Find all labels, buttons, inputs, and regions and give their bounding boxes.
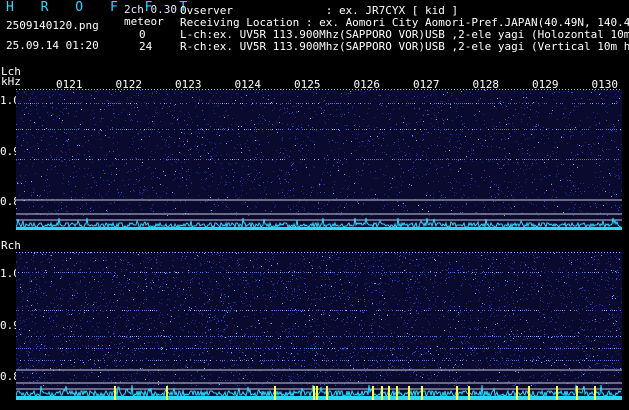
rch-spectrogram [16, 252, 622, 400]
rch-receiver-info: R-ch:ex. UV5R 113.900Mhz(SAPPORO VOR)USB… [180, 40, 629, 53]
hrofft-window: H R O F F T 2ch 0.30 2509140120.png mete… [0, 0, 629, 410]
capture-timestamp: 25.09.14 01:20 [6, 39, 99, 52]
rch-label: Rch [1, 239, 21, 252]
rch-spectrogram-svg [16, 252, 622, 400]
meteor-count-rch: 24 [139, 40, 153, 53]
lch-unit: kHz [1, 75, 21, 88]
meteor-count-label: meteor [124, 15, 164, 28]
image-filename: 2509140120.png [6, 19, 99, 32]
lch-spectrogram-svg [16, 89, 622, 230]
lch-spectrogram [16, 89, 622, 230]
